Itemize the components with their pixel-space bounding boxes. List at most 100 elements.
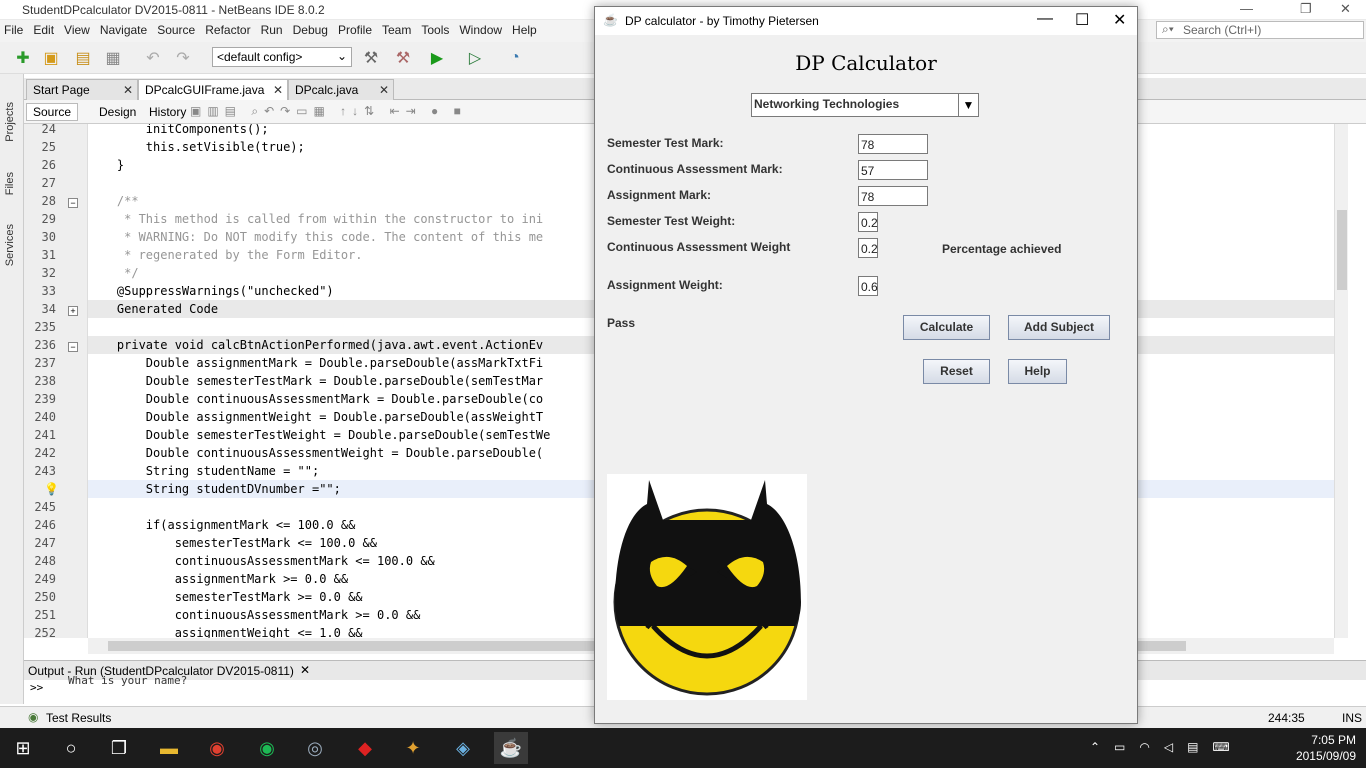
ca-weight-field[interactable]: 0.2 bbox=[858, 238, 878, 258]
tab-services[interactable]: Services bbox=[4, 224, 16, 266]
menu-tools[interactable]: Tools bbox=[417, 20, 455, 37]
clock[interactable]: 7:05 PM 2015/09/09 bbox=[1296, 732, 1356, 764]
menu-profile[interactable]: Profile bbox=[334, 20, 378, 37]
chevron-down-icon: ⌄ bbox=[336, 49, 347, 63]
minimize-icon[interactable]: — bbox=[1037, 10, 1053, 28]
close-icon[interactable]: ✕ bbox=[123, 83, 133, 97]
batman-smiley-image bbox=[607, 474, 807, 700]
line-number: 32 bbox=[41, 266, 56, 280]
help-button[interactable]: Help bbox=[1008, 359, 1067, 384]
close-icon[interactable]: ✕ bbox=[379, 83, 389, 97]
minimize-icon[interactable]: — bbox=[1240, 1, 1253, 16]
menu-refactor[interactable]: Refactor bbox=[201, 20, 256, 37]
chrome-icon[interactable]: ◉ bbox=[200, 732, 234, 764]
side-panel-strip: Projects Files Services bbox=[0, 74, 24, 704]
semester-test-weight-field[interactable]: 0.2 bbox=[858, 212, 878, 232]
add-subject-button[interactable]: Add Subject bbox=[1008, 315, 1110, 340]
line-number: 31 bbox=[41, 248, 56, 262]
clean-build-icon[interactable]: ⚒ bbox=[392, 47, 414, 69]
assignment-mark-field[interactable]: 78 bbox=[858, 186, 928, 206]
scroll-thumb[interactable] bbox=[1337, 210, 1347, 290]
subject-select[interactable]: Networking Technologies ▼ bbox=[751, 93, 979, 117]
restore-icon[interactable]: ❐ bbox=[1300, 1, 1312, 17]
calculate-button[interactable]: Calculate bbox=[903, 315, 990, 340]
new-file-icon[interactable]: ✚ bbox=[12, 47, 34, 69]
save-all-icon[interactable]: ▦ bbox=[102, 47, 124, 69]
line-number: 242 bbox=[34, 446, 56, 460]
clock-date: 2015/09/09 bbox=[1295, 749, 1356, 763]
game-icon[interactable]: ◆ bbox=[348, 732, 382, 764]
fold-toggle-icon[interactable]: + bbox=[68, 306, 78, 316]
menu-source[interactable]: Source bbox=[153, 20, 201, 37]
line-number: 28 bbox=[41, 194, 56, 208]
menu-team[interactable]: Team bbox=[378, 20, 417, 37]
profile-icon[interactable]: ◔ bbox=[504, 47, 526, 69]
vertical-scrollbar[interactable] bbox=[1334, 124, 1348, 638]
clock-time: 7:05 PM bbox=[1311, 733, 1356, 747]
tab-start-page[interactable]: Start Page ✕ bbox=[26, 79, 138, 100]
build-icon[interactable]: ⚒ bbox=[360, 47, 382, 69]
menu-edit[interactable]: Edit bbox=[29, 20, 60, 37]
assignment-weight-field[interactable]: 0.6 bbox=[858, 276, 878, 296]
chevron-down-icon[interactable]: ▼ bbox=[958, 94, 978, 116]
virtualbox-icon[interactable]: ◈ bbox=[446, 732, 480, 764]
line-number: 245 bbox=[34, 500, 56, 514]
menu-file[interactable]: File bbox=[0, 20, 29, 37]
new-project-icon[interactable]: ▣ bbox=[40, 47, 62, 69]
config-select[interactable]: <default config> ⌄ bbox=[212, 47, 352, 67]
tab-projects[interactable]: Projects bbox=[4, 102, 16, 142]
menu-run[interactable]: Run bbox=[257, 20, 289, 37]
close-icon[interactable]: ✕ bbox=[273, 83, 283, 97]
game-launcher-icon[interactable]: ✦ bbox=[396, 732, 430, 764]
tab-dpcalcguiframe[interactable]: DPcalcGUIFrame.java ✕ bbox=[138, 79, 288, 100]
close-icon[interactable]: ✕ bbox=[1113, 10, 1126, 30]
menu-view[interactable]: View bbox=[60, 20, 96, 37]
line-number: 25 bbox=[41, 140, 56, 154]
tab-history[interactable]: History bbox=[142, 103, 193, 121]
open-project-icon[interactable]: ▤ bbox=[72, 47, 94, 69]
tab-design[interactable]: Design bbox=[92, 103, 143, 121]
cortana-icon[interactable]: ○ bbox=[54, 732, 88, 764]
dp-calculator-window: ☕ DP calculator - by Timothy Pietersen —… bbox=[594, 6, 1138, 724]
fold-toggle-icon[interactable]: − bbox=[68, 198, 78, 208]
semester-test-mark-field[interactable]: 78 bbox=[858, 134, 928, 154]
java-app-icon[interactable]: ☕ bbox=[494, 732, 528, 764]
line-number: 250 bbox=[34, 590, 56, 604]
close-icon[interactable]: ✕ bbox=[1340, 1, 1351, 17]
line-number: 249 bbox=[34, 572, 56, 586]
reset-button[interactable]: Reset bbox=[923, 359, 990, 384]
spotify-icon[interactable]: ◉ bbox=[250, 732, 284, 764]
steam-icon[interactable]: ◎ bbox=[298, 732, 332, 764]
line-number: 243 bbox=[34, 464, 56, 478]
fold-toggle-icon[interactable]: − bbox=[68, 342, 78, 352]
maximize-icon[interactable]: ☐ bbox=[1075, 10, 1089, 30]
ca-mark-field[interactable]: 57 bbox=[858, 160, 928, 180]
debug-icon[interactable]: ▷ bbox=[464, 47, 486, 69]
task-view-icon[interactable]: ❐ bbox=[102, 732, 136, 764]
redo-icon[interactable]: ↷ bbox=[172, 47, 194, 69]
menu-help[interactable]: Help bbox=[508, 20, 543, 37]
start-icon[interactable]: ⊞ bbox=[6, 732, 40, 764]
close-icon[interactable]: ✕ bbox=[300, 663, 310, 677]
line-number: 34 bbox=[41, 302, 56, 316]
line-number: 239 bbox=[34, 392, 56, 406]
tab-source[interactable]: Source bbox=[26, 103, 79, 121]
menu-window[interactable]: Window bbox=[455, 20, 508, 37]
test-results-tab[interactable]: Test Results bbox=[46, 711, 111, 725]
assignment-weight-label: Assignment Weight: bbox=[607, 278, 723, 292]
line-number: 251 bbox=[34, 608, 56, 622]
semester-test-weight-label: Semester Test Weight: bbox=[607, 214, 736, 228]
line-number-gutter: 24 25 26 27 28 29 30 31 32 33 34 235 236 237 238 239 240… bbox=[24, 122, 88, 640]
search-input[interactable]: ⌕▾ Search (Ctrl+I) bbox=[1156, 21, 1364, 39]
tab-files[interactable]: Files bbox=[4, 172, 16, 195]
editor-actions-icons[interactable]: ▣▥▤ ⌕↶↷▭▦ ↑↓⇅ ⇤⇥ ● ■ bbox=[190, 104, 467, 119]
tray-icons[interactable]: ⌃▭◠◁▤⌨ bbox=[1090, 740, 1244, 754]
tab-dpcalc[interactable]: DPcalc.java ✕ bbox=[288, 79, 394, 100]
file-explorer-icon[interactable]: ▬ bbox=[152, 732, 186, 764]
run-icon[interactable]: ▶ bbox=[426, 47, 448, 69]
menu-debug[interactable]: Debug bbox=[289, 20, 334, 37]
assignment-mark-label: Assignment Mark: bbox=[607, 188, 712, 202]
undo-icon[interactable]: ↶ bbox=[142, 47, 164, 69]
menu-navigate[interactable]: Navigate bbox=[96, 20, 153, 37]
hint-bulb-icon[interactable]: 💡 bbox=[44, 482, 59, 496]
